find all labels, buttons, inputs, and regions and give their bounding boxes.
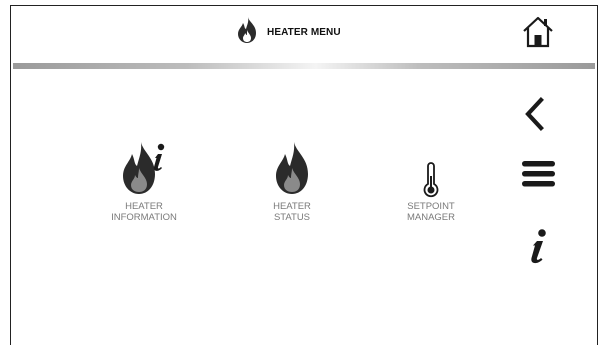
tile-label-line1: SETPOINT: [407, 201, 455, 212]
heater-information-tile[interactable]: HEATER INFORMATION: [89, 140, 199, 223]
heater-menu-screen: HEATER MENU HEATER INFORMATION HEATER ST…: [10, 5, 598, 345]
heater-status-tile[interactable]: HEATER STATUS: [237, 140, 347, 223]
flame-icon: [276, 142, 308, 194]
tile-label-line2: MANAGER: [406, 212, 456, 223]
chevron-left-icon: [525, 97, 544, 131]
tile-label-line1: HEATER: [273, 201, 311, 212]
tile-label-line2: INFORMATION: [111, 212, 177, 223]
page-title: HEATER MENU: [267, 26, 341, 38]
header-title-group: HEATER MENU: [235, 16, 341, 48]
header-bar: HEATER MENU: [11, 6, 597, 62]
home-icon: [523, 16, 553, 48]
back-button[interactable]: [521, 96, 549, 132]
home-button[interactable]: [521, 14, 555, 50]
menu-button[interactable]: [521, 158, 557, 190]
info-icon: [531, 229, 546, 264]
tile-label-line1: HEATER: [125, 201, 163, 212]
info-button[interactable]: [523, 228, 553, 266]
flame-icon: [235, 16, 259, 49]
thermometer-icon: [423, 162, 439, 198]
header-divider: [13, 63, 595, 69]
menu-icon: [522, 161, 555, 187]
tile-label-line2: STATUS: [273, 212, 311, 223]
setpoint-manager-tile[interactable]: SETPOINT MANAGER: [376, 162, 486, 223]
flame-info-icon: [123, 142, 165, 194]
